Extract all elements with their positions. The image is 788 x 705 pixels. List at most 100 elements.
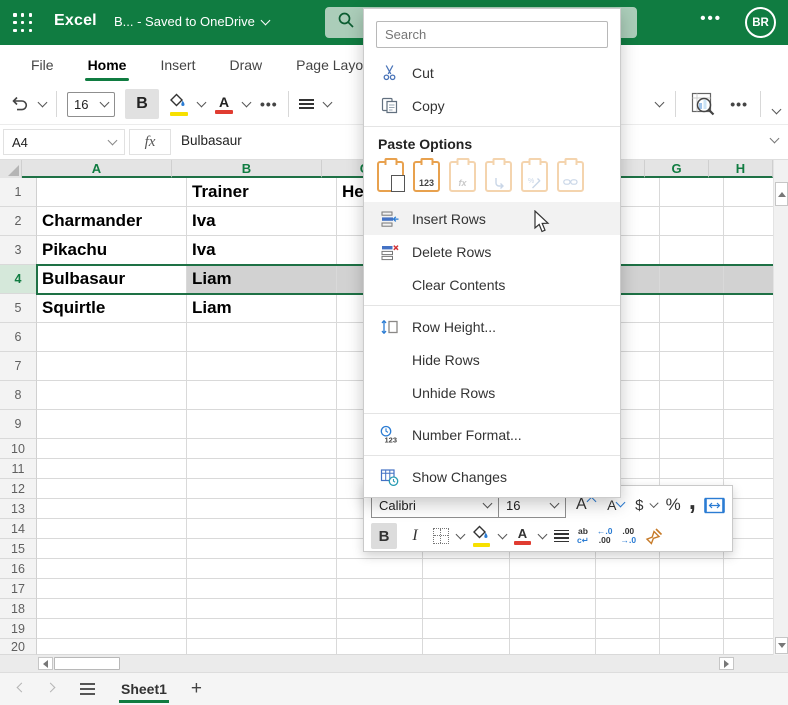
cell-h5[interactable]	[724, 294, 773, 323]
paste-icon[interactable]	[377, 161, 404, 192]
cell-a5[interactable]: Squirtle	[37, 294, 187, 323]
cell-f18[interactable]	[596, 599, 660, 619]
row-header-4[interactable]: 4	[0, 265, 37, 294]
collapse-ribbon-chevron-icon[interactable]	[772, 105, 782, 115]
cell-g19[interactable]	[660, 619, 724, 639]
column-header-a[interactable]: A	[22, 160, 172, 178]
cell-e20[interactable]	[510, 639, 596, 655]
tab-file[interactable]: File	[14, 45, 71, 84]
font-color-button[interactable]: A	[215, 95, 233, 114]
cell-a16[interactable]	[37, 559, 187, 579]
shrink-font-button[interactable]: A	[605, 497, 628, 513]
cell-b18[interactable]	[187, 599, 337, 619]
cell-h6[interactable]	[724, 323, 773, 352]
cell-b16[interactable]	[187, 559, 337, 579]
cell-a13[interactable]	[37, 499, 187, 519]
cell-b10[interactable]	[187, 439, 337, 459]
cell-h20[interactable]	[724, 639, 773, 655]
column-header-b[interactable]: B	[172, 160, 322, 178]
cell-b20[interactable]	[187, 639, 337, 655]
cell-b13[interactable]	[187, 499, 337, 519]
row-header-10[interactable]: 10	[0, 439, 37, 459]
add-sheet-button[interactable]: +	[191, 678, 202, 700]
cell-b8[interactable]	[187, 381, 337, 410]
cell-g20[interactable]	[660, 639, 724, 655]
cell-d18[interactable]	[423, 599, 510, 619]
increase-decimal-button[interactable]: .00 →.0	[620, 527, 636, 545]
row-header-12[interactable]: 12	[0, 479, 37, 499]
cell-b14[interactable]	[187, 519, 337, 539]
cell-d20[interactable]	[423, 639, 510, 655]
cell-h2[interactable]	[724, 207, 773, 236]
row-header-6[interactable]: 6	[0, 323, 37, 352]
cell-e18[interactable]	[510, 599, 596, 619]
cell-a12[interactable]	[37, 479, 187, 499]
scroll-down-button[interactable]	[775, 637, 788, 654]
context-menu-search-input[interactable]	[376, 21, 608, 48]
cell-a3[interactable]: Pikachu	[37, 236, 187, 265]
cell-f19[interactable]	[596, 619, 660, 639]
menu-item-hide-rows[interactable]: Hide Rows	[364, 343, 620, 376]
borders-chevron-icon[interactable]	[456, 530, 466, 540]
tab-insert[interactable]: Insert	[143, 45, 212, 84]
cell-h9[interactable]	[724, 410, 773, 439]
row-header-8[interactable]: 8	[0, 381, 37, 410]
undo-button[interactable]	[10, 96, 29, 112]
row-header-15[interactable]: 15	[0, 539, 37, 559]
fill-color-chevron-icon[interactable]	[197, 98, 207, 108]
cell-f20[interactable]	[596, 639, 660, 655]
mini-bold-button[interactable]: B	[371, 523, 397, 549]
row-header-3[interactable]: 3	[0, 236, 37, 265]
font-color-chevron-icon[interactable]	[242, 98, 252, 108]
paste-formatting-icon[interactable]: %	[521, 161, 548, 192]
paste-formulas-icon[interactable]: fx	[449, 161, 476, 192]
mini-italic-button[interactable]: I	[405, 527, 425, 545]
app-launcher-waffle-icon[interactable]	[13, 13, 33, 33]
document-title[interactable]: B... - Saved to OneDrive	[114, 14, 269, 29]
comma-style-button[interactable]: ,	[689, 485, 696, 516]
cell-e19[interactable]	[510, 619, 596, 639]
cell-b12[interactable]	[187, 479, 337, 499]
cell-a1[interactable]	[37, 178, 187, 207]
menu-item-insert-rows[interactable]: Insert Rows	[364, 202, 620, 235]
cell-d16[interactable]	[423, 559, 510, 579]
cell-a11[interactable]	[37, 459, 187, 479]
fill-color-button[interactable]	[169, 93, 188, 116]
cell-a4[interactable]: Bulbasaur	[37, 265, 187, 294]
cell-b7[interactable]	[187, 352, 337, 381]
alignment-button[interactable]	[299, 97, 314, 111]
row-header-9[interactable]: 9	[0, 410, 37, 439]
scroll-up-button[interactable]	[775, 182, 788, 206]
cell-g4[interactable]	[660, 265, 724, 294]
header-more-options-button[interactable]: •••	[700, 10, 722, 27]
cell-e17[interactable]	[510, 579, 596, 599]
tab-home[interactable]: Home	[71, 45, 144, 84]
cell-b3[interactable]: Iva	[187, 236, 337, 265]
cell-a8[interactable]	[37, 381, 187, 410]
cell-g8[interactable]	[660, 381, 724, 410]
prev-sheet-chevron-icon[interactable]	[17, 683, 27, 693]
cell-g5[interactable]	[660, 294, 724, 323]
font-size-select[interactable]: 16	[67, 92, 115, 117]
select-all-corner[interactable]	[0, 160, 22, 178]
paste-transpose-icon[interactable]	[485, 161, 512, 192]
menu-item-number-format[interactable]: 123Number Format...	[364, 418, 620, 451]
analyze-data-button[interactable]	[688, 90, 718, 119]
decrease-decimal-button[interactable]: ←.0 .00	[597, 527, 613, 545]
cell-a18[interactable]	[37, 599, 187, 619]
cell-g18[interactable]	[660, 599, 724, 619]
cell-b4[interactable]: Liam	[187, 265, 337, 294]
mini-fill-color-chevron-icon[interactable]	[498, 530, 508, 540]
cell-c20[interactable]	[337, 639, 423, 655]
paste-values-icon[interactable]: 123	[413, 161, 440, 192]
avatar[interactable]: BR	[745, 7, 776, 38]
cell-h18[interactable]	[724, 599, 773, 619]
insert-function-button[interactable]: fx	[129, 129, 171, 155]
cell-h10[interactable]	[724, 439, 773, 459]
cell-h16[interactable]	[724, 559, 773, 579]
cell-h1[interactable]	[724, 178, 773, 207]
row-header-16[interactable]: 16	[0, 559, 37, 579]
percent-style-button[interactable]: %	[666, 495, 681, 515]
cell-b5[interactable]: Liam	[187, 294, 337, 323]
cell-a15[interactable]	[37, 539, 187, 559]
